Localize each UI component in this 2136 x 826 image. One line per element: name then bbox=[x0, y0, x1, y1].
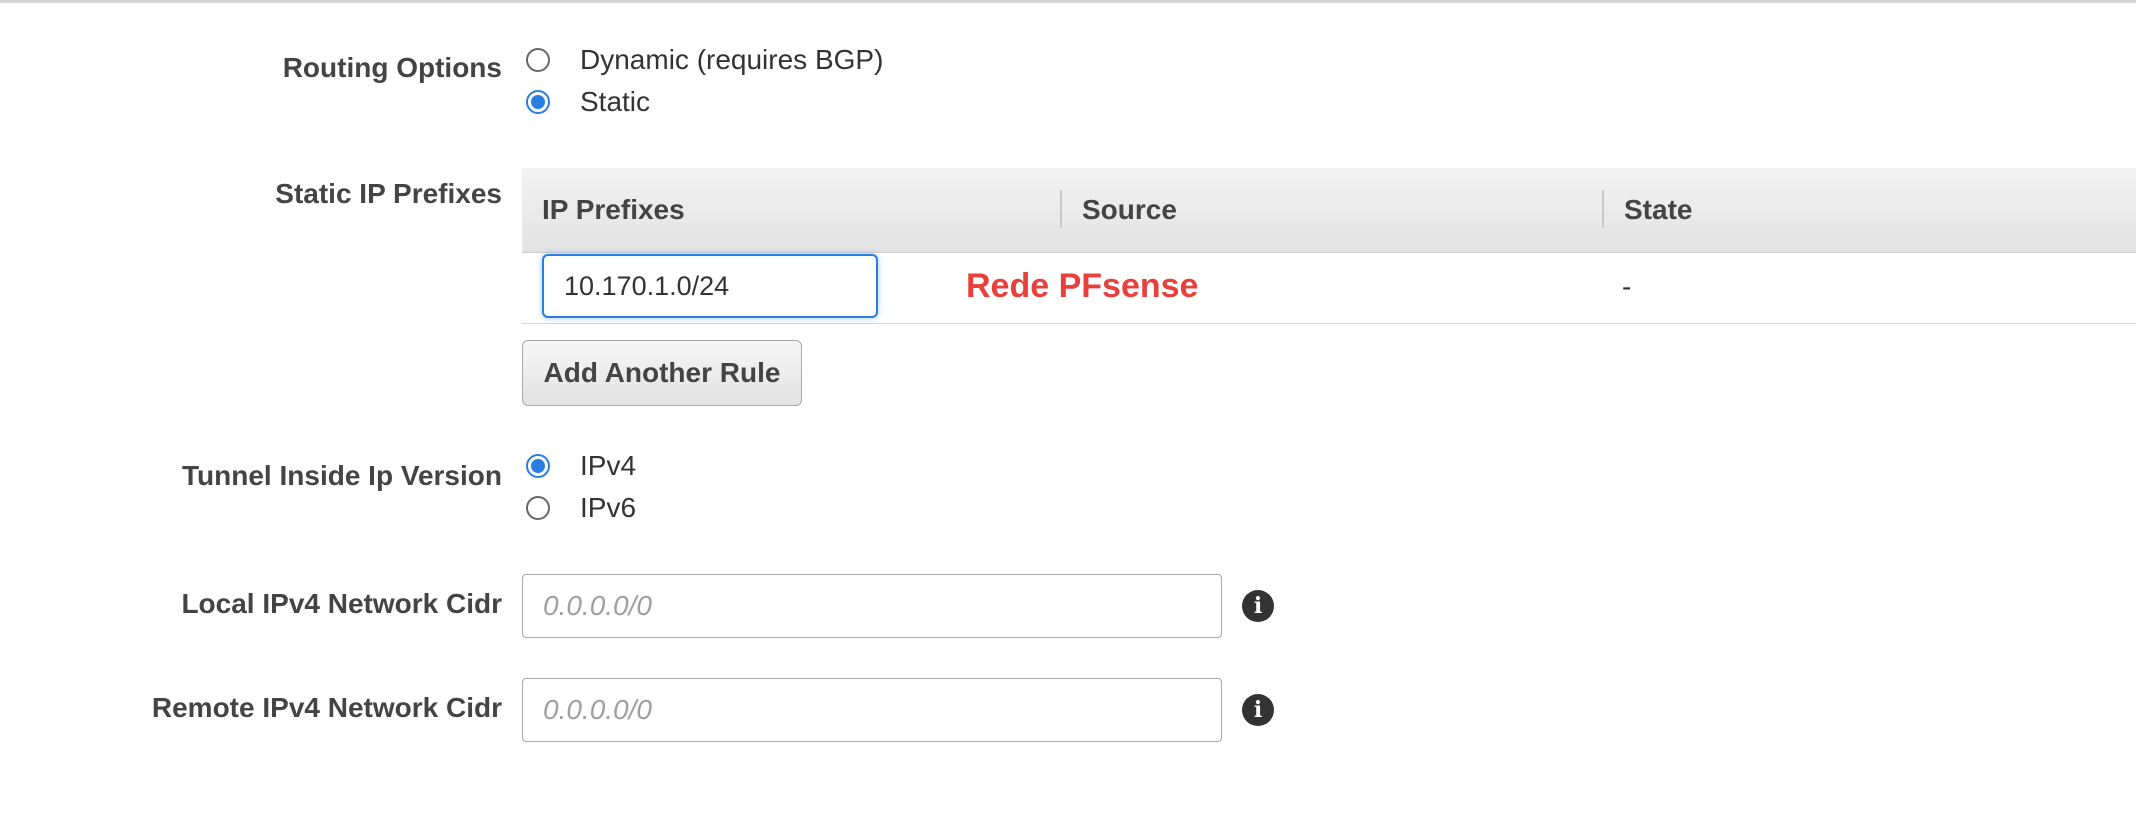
radio-label-dynamic: Dynamic (requires BGP) bbox=[580, 44, 884, 75]
static-ip-prefixes-label: Static IP Prefixes bbox=[275, 178, 502, 209]
column-divider[interactable] bbox=[1602, 190, 1604, 228]
radio-ipv4[interactable]: IPv4 bbox=[526, 446, 636, 486]
radio-static[interactable]: Static bbox=[526, 82, 650, 122]
routing-options-label: Routing Options bbox=[282, 52, 502, 83]
state-value: - bbox=[1622, 271, 1632, 302]
radio-button-dynamic[interactable] bbox=[526, 48, 550, 72]
radio-label-static: Static bbox=[580, 86, 651, 117]
remote-ipv4-cidr-label: Remote IPv4 Network Cidr bbox=[151, 692, 502, 723]
radio-label-ipv6: IPv6 bbox=[580, 492, 637, 523]
column-divider[interactable] bbox=[1060, 190, 1062, 228]
remote-ipv4-cidr-input[interactable] bbox=[522, 678, 1222, 742]
radio-button-static[interactable] bbox=[526, 90, 550, 114]
source-annotation: Rede PFsense bbox=[966, 267, 1199, 305]
local-ipv4-cidr-label: Local IPv4 Network Cidr bbox=[181, 588, 502, 619]
info-icon[interactable]: i bbox=[1242, 694, 1274, 726]
radio-button-ipv4[interactable] bbox=[526, 454, 550, 478]
top-divider bbox=[0, 0, 2136, 3]
tunnel-inside-ip-version-label: Tunnel Inside Ip Version bbox=[182, 460, 502, 491]
column-header-ip-prefixes[interactable]: IP Prefixes bbox=[542, 168, 685, 252]
column-header-state[interactable]: State bbox=[1624, 168, 1692, 252]
prefixes-table-header: IP Prefixes Source State bbox=[522, 168, 2136, 253]
ip-prefix-input[interactable] bbox=[542, 254, 878, 318]
radio-dynamic-bgp[interactable]: Dynamic (requires BGP) bbox=[526, 40, 883, 80]
table-row: Rede PFsense - bbox=[522, 253, 2136, 324]
column-header-source[interactable]: Source bbox=[1082, 168, 1177, 252]
radio-label-ipv4: IPv4 bbox=[580, 450, 637, 481]
radio-ipv6[interactable]: IPv6 bbox=[526, 488, 636, 528]
info-icon[interactable]: i bbox=[1242, 590, 1274, 622]
radio-button-ipv6[interactable] bbox=[526, 496, 550, 520]
add-another-rule-button[interactable]: Add Another Rule bbox=[522, 340, 802, 406]
local-ipv4-cidr-input[interactable] bbox=[522, 574, 1222, 638]
